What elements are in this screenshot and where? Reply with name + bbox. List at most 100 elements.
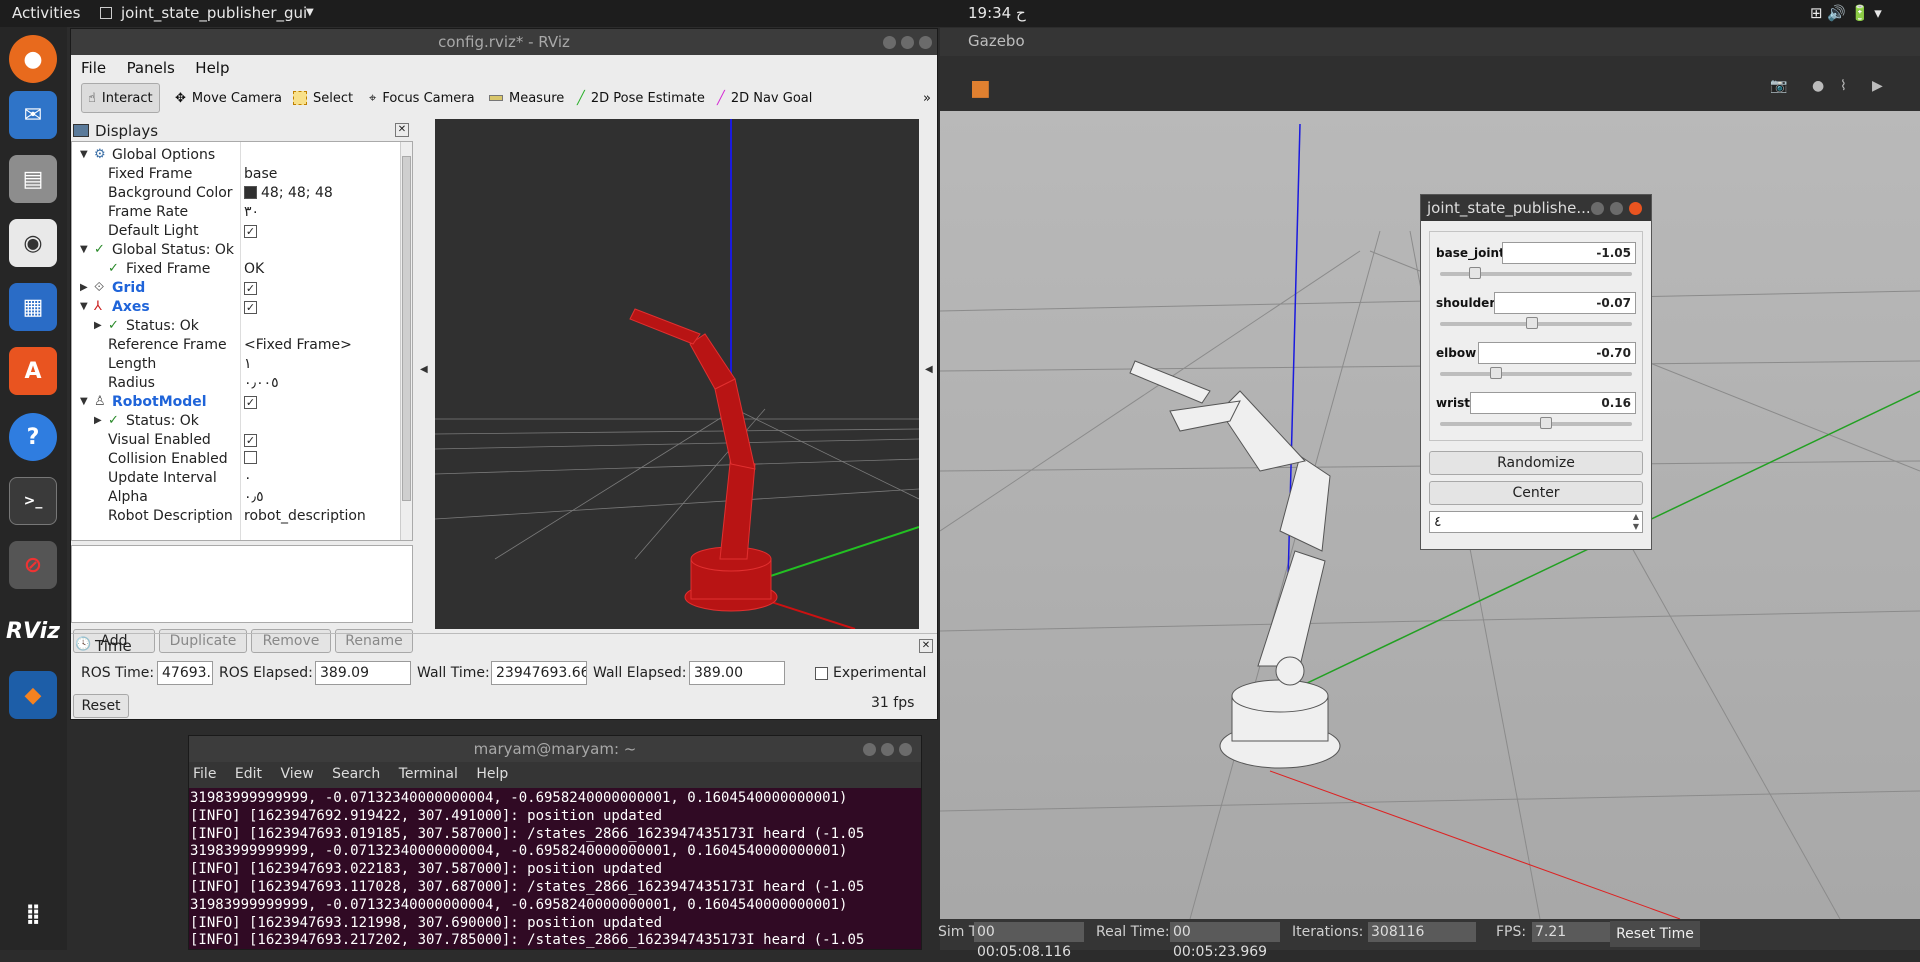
minimize-icon[interactable] bbox=[1591, 202, 1604, 215]
expand-right-icon[interactable]: ▶ bbox=[94, 320, 102, 331]
tree-row-value[interactable]: OK bbox=[244, 261, 264, 277]
joint-slider[interactable] bbox=[1440, 317, 1632, 329]
center-button[interactable]: Center bbox=[1429, 481, 1643, 505]
tree-row[interactable]: Fixed Frame base bbox=[72, 165, 397, 184]
tree-row-value[interactable]: ✓ bbox=[244, 223, 257, 239]
slider-handle[interactable] bbox=[1468, 267, 1481, 279]
minimize-icon[interactable] bbox=[863, 743, 876, 756]
reset-button[interactable]: Reset bbox=[73, 694, 129, 718]
tool-2d-pose-estimate[interactable]: ╱ 2D Pose Estimate bbox=[577, 83, 705, 113]
wall-time-field[interactable]: 23947693.66 bbox=[491, 661, 587, 685]
tree-row[interactable]: Robot Description robot_description bbox=[72, 507, 397, 526]
maximize-icon[interactable] bbox=[1610, 202, 1623, 215]
tool-2d-nav-goal[interactable]: ╱ 2D Nav Goal bbox=[717, 83, 812, 113]
spin-input[interactable]: ٤ ▲ ▼ bbox=[1429, 511, 1643, 533]
tree-row[interactable]: ▶ ⟐ Grid ✓ bbox=[72, 279, 397, 298]
joint-value-field[interactable]: 0.16 bbox=[1470, 392, 1636, 414]
close-icon[interactable] bbox=[899, 743, 912, 756]
close-time-icon[interactable]: ✕ bbox=[919, 639, 933, 653]
tree-row-value[interactable]: robot_description bbox=[244, 508, 366, 524]
tree-row[interactable]: ▶ ✓ Status: Ok bbox=[72, 412, 397, 431]
maximize-icon[interactable] bbox=[881, 743, 894, 756]
virtualbox-icon[interactable]: ◆ bbox=[9, 671, 57, 719]
tree-row[interactable]: ▼ ✓ Global Status: Ok bbox=[72, 241, 397, 260]
term-menu-search[interactable]: Search bbox=[332, 766, 380, 782]
toolbar-overflow-icon[interactable]: » bbox=[923, 83, 931, 113]
reset-time-button[interactable]: Reset Time bbox=[1610, 921, 1700, 947]
checkbox[interactable] bbox=[244, 451, 257, 464]
spin-arrows-icon[interactable]: ▲ ▼ bbox=[1633, 512, 1639, 532]
collapse-right-icon[interactable]: ◀ bbox=[925, 364, 933, 375]
tree-row-value[interactable]: ✓ bbox=[244, 299, 257, 315]
thunderbird-icon[interactable]: ✉ bbox=[9, 91, 57, 139]
tree-row-value[interactable]: base bbox=[244, 166, 277, 182]
expand-down-icon[interactable]: ▼ bbox=[80, 301, 88, 312]
term-menu-edit[interactable]: Edit bbox=[235, 766, 262, 782]
checkbox[interactable]: ✓ bbox=[244, 396, 257, 409]
close-icon[interactable] bbox=[919, 36, 932, 49]
box-icon[interactable]: ■ bbox=[970, 76, 991, 101]
close-icon[interactable] bbox=[1629, 202, 1642, 215]
tree-row-value[interactable]: ٠٫٠٠٥ bbox=[244, 375, 279, 391]
term-menu-terminal[interactable]: Terminal bbox=[399, 766, 458, 782]
joint-slider[interactable] bbox=[1440, 367, 1632, 379]
tree-row-value[interactable]: ✓ bbox=[244, 432, 257, 448]
terminal-icon[interactable]: >_ bbox=[9, 477, 57, 525]
tree-row[interactable]: Collision Enabled bbox=[72, 450, 397, 469]
tree-scrollbar[interactable] bbox=[400, 142, 412, 540]
tree-row[interactable]: Alpha ٠٫٥ bbox=[72, 488, 397, 507]
tree-row[interactable]: ▶ ✓ Status: Ok bbox=[72, 317, 397, 336]
scrollbar-thumb[interactable] bbox=[402, 156, 411, 501]
joint-slider[interactable] bbox=[1440, 267, 1632, 279]
tree-row-value[interactable] bbox=[244, 451, 257, 468]
close-panel-icon[interactable]: ✕ bbox=[395, 123, 409, 137]
expand-down-icon[interactable]: ▼ bbox=[80, 149, 88, 160]
record-icon[interactable]: ● bbox=[1812, 78, 1824, 94]
rviz-3d-view[interactable] bbox=[435, 119, 919, 629]
tree-row[interactable]: Background Color 48; 48; 48 bbox=[72, 184, 397, 203]
tree-row[interactable]: ▼ ⚙ Global Options bbox=[72, 146, 397, 165]
displays-tree[interactable]: ▼ ⚙ Global Options Fixed Frame base Backgroun… bbox=[71, 141, 413, 541]
checkbox[interactable]: ✓ bbox=[244, 301, 257, 314]
tree-row-value[interactable]: ١ bbox=[244, 356, 252, 372]
tree-row-value[interactable]: ٣٠ bbox=[244, 204, 259, 220]
experimental-checkbox[interactable] bbox=[815, 667, 828, 680]
tree-row[interactable]: ▼ ♙ RobotModel ✓ bbox=[72, 393, 397, 412]
tree-row-value[interactable]: ٠ bbox=[244, 470, 252, 486]
expand-right-icon[interactable]: ▶ bbox=[80, 282, 88, 293]
randomize-button[interactable]: Randomize bbox=[1429, 451, 1643, 475]
joint-value-field[interactable]: -0.07 bbox=[1494, 292, 1636, 314]
software-icon[interactable]: A bbox=[9, 347, 57, 395]
plot-icon[interactable]: ⌇ bbox=[1840, 78, 1847, 94]
checkbox[interactable]: ✓ bbox=[244, 225, 257, 238]
tree-row-value[interactable]: <Fixed Frame> bbox=[244, 337, 352, 353]
ros-time-field[interactable]: 47693.63 bbox=[157, 661, 213, 685]
joint-value-field[interactable]: -0.70 bbox=[1478, 342, 1636, 364]
tree-row[interactable]: Length ١ bbox=[72, 355, 397, 374]
tree-row[interactable]: Reference Frame <Fixed Frame> bbox=[72, 336, 397, 355]
term-menu-view[interactable]: View bbox=[280, 766, 313, 782]
checkbox[interactable]: ✓ bbox=[244, 434, 257, 447]
files-icon[interactable]: ▤ bbox=[9, 155, 57, 203]
slider-handle[interactable] bbox=[1539, 417, 1552, 429]
terminal-output[interactable]: 31983999999999, -0.07132340000000004, -0… bbox=[189, 790, 921, 950]
activities-button[interactable]: Activities bbox=[12, 4, 80, 22]
slider-handle[interactable] bbox=[1489, 367, 1502, 379]
maximize-icon[interactable] bbox=[901, 36, 914, 49]
video-icon[interactable]: ▶ bbox=[1872, 78, 1883, 94]
tree-row-value[interactable]: ٠٫٥ bbox=[244, 489, 264, 505]
ros-elapsed-field[interactable]: 389.09 bbox=[315, 661, 411, 685]
tool-select[interactable]: Select bbox=[293, 83, 353, 113]
expand-right-icon[interactable]: ▶ bbox=[94, 415, 102, 426]
menu-panels[interactable]: Panels bbox=[127, 59, 175, 77]
rhythmbox-icon[interactable]: ◉ bbox=[9, 219, 57, 267]
tree-row-value[interactable]: 48; 48; 48 bbox=[244, 185, 333, 201]
wall-elapsed-field[interactable]: 389.00 bbox=[689, 661, 785, 685]
tree-row-value[interactable]: ✓ bbox=[244, 280, 257, 296]
tree-row[interactable]: Frame Rate ٣٠ bbox=[72, 203, 397, 222]
rviz-icon[interactable]: RViz bbox=[6, 607, 60, 655]
checkbox[interactable]: ✓ bbox=[244, 282, 257, 295]
tray-icons[interactable]: ⊞ 🔊 🔋 ▾ bbox=[1810, 4, 1882, 22]
minimize-icon[interactable] bbox=[883, 36, 896, 49]
clock[interactable]: 19:34 ح bbox=[968, 4, 1026, 22]
